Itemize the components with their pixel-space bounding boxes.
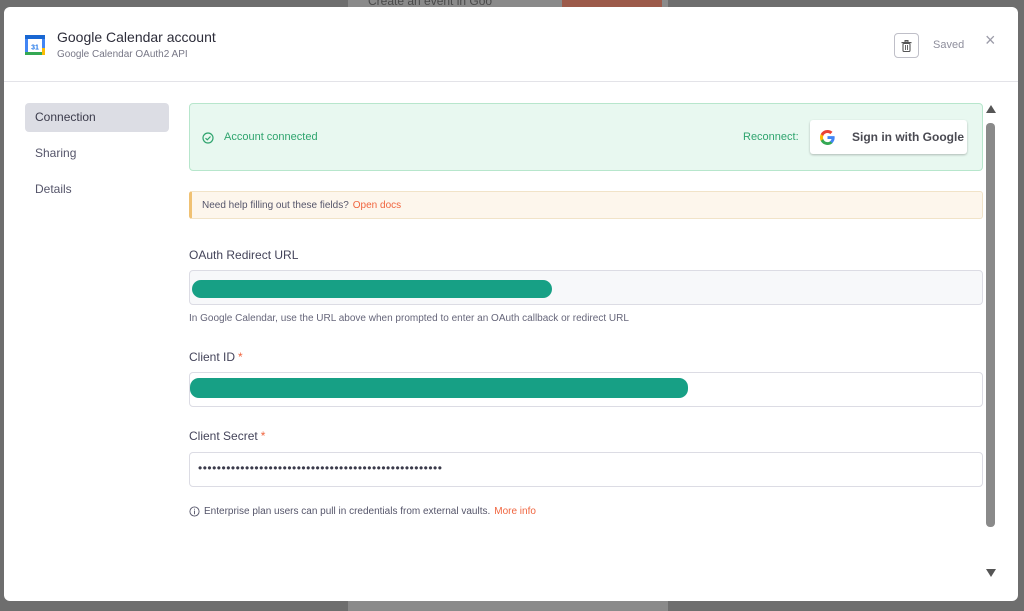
help-message: Need help filling out these fields?: [202, 200, 349, 211]
modal-header: 31 Google Calendar account Google Calend…: [4, 7, 1018, 82]
modal-title: Google Calendar account: [57, 29, 216, 45]
client-secret-input[interactable]: ••••••••••••••••••••••••••••••••••••••••…: [189, 452, 983, 487]
trash-icon: [901, 39, 912, 52]
redacted-value: [190, 378, 688, 398]
required-mark: *: [238, 350, 243, 364]
saved-status: Saved: [933, 39, 965, 51]
sidebar-item-sharing[interactable]: Sharing: [25, 139, 169, 168]
sidebar-item-details[interactable]: Details: [25, 175, 169, 204]
scrollbar[interactable]: [984, 105, 998, 583]
background-app-footer: [348, 601, 668, 611]
google-calendar-icon: 31: [25, 35, 45, 55]
google-g-icon: [820, 130, 835, 145]
modal-subtitle: Google Calendar OAuth2 API: [57, 49, 188, 60]
sidebar-item-connection[interactable]: Connection: [25, 103, 169, 132]
connection-status-text: Account connected: [224, 131, 318, 143]
enterprise-info: Enterprise plan users can pull in creden…: [189, 506, 536, 517]
redacted-value: [192, 280, 552, 298]
redirect-url-field[interactable]: [189, 270, 983, 305]
redirect-url-label: OAuth Redirect URL: [189, 248, 299, 262]
background-execute-button: [562, 0, 662, 7]
redirect-url-hint: In Google Calendar, use the URL above wh…: [189, 313, 629, 324]
client-id-label: Client ID *: [189, 350, 243, 364]
client-id-input[interactable]: [189, 372, 983, 407]
scroll-thumb[interactable]: [986, 123, 995, 527]
info-icon: [189, 506, 200, 517]
close-icon[interactable]: ×: [985, 31, 996, 49]
check-circle-icon: [202, 132, 214, 144]
enterprise-info-text: Enterprise plan users can pull in creden…: [204, 506, 491, 517]
open-docs-link[interactable]: Open docs: [353, 200, 401, 211]
required-mark: *: [260, 429, 266, 443]
reconnect-label: Reconnect:: [743, 131, 799, 143]
client-secret-label: Client Secret *: [189, 429, 265, 443]
client-id-label-text: Client ID: [189, 350, 236, 364]
account-connected-banner: Account connected Reconnect: Sign in wit…: [189, 103, 983, 171]
sign-in-with-google-button[interactable]: Sign in with Google: [810, 120, 967, 154]
help-banner: Need help filling out these fields? Open …: [189, 191, 983, 219]
help-text: Need help filling out these fields? Open …: [202, 200, 401, 211]
delete-button[interactable]: [894, 33, 919, 58]
client-secret-label-text: Client Secret: [189, 429, 258, 443]
google-button-label: Sign in with Google: [852, 130, 964, 144]
client-secret-value: ••••••••••••••••••••••••••••••••••••••••…: [198, 461, 443, 475]
scroll-up-arrow-icon[interactable]: [986, 105, 996, 113]
more-info-link[interactable]: More info: [494, 506, 536, 517]
credential-modal: 31 Google Calendar account Google Calend…: [4, 7, 1018, 601]
modal-sidebar: Connection Sharing Details: [25, 103, 169, 211]
scroll-down-arrow-icon[interactable]: [986, 569, 996, 577]
calendar-day-label: 31: [31, 45, 39, 52]
